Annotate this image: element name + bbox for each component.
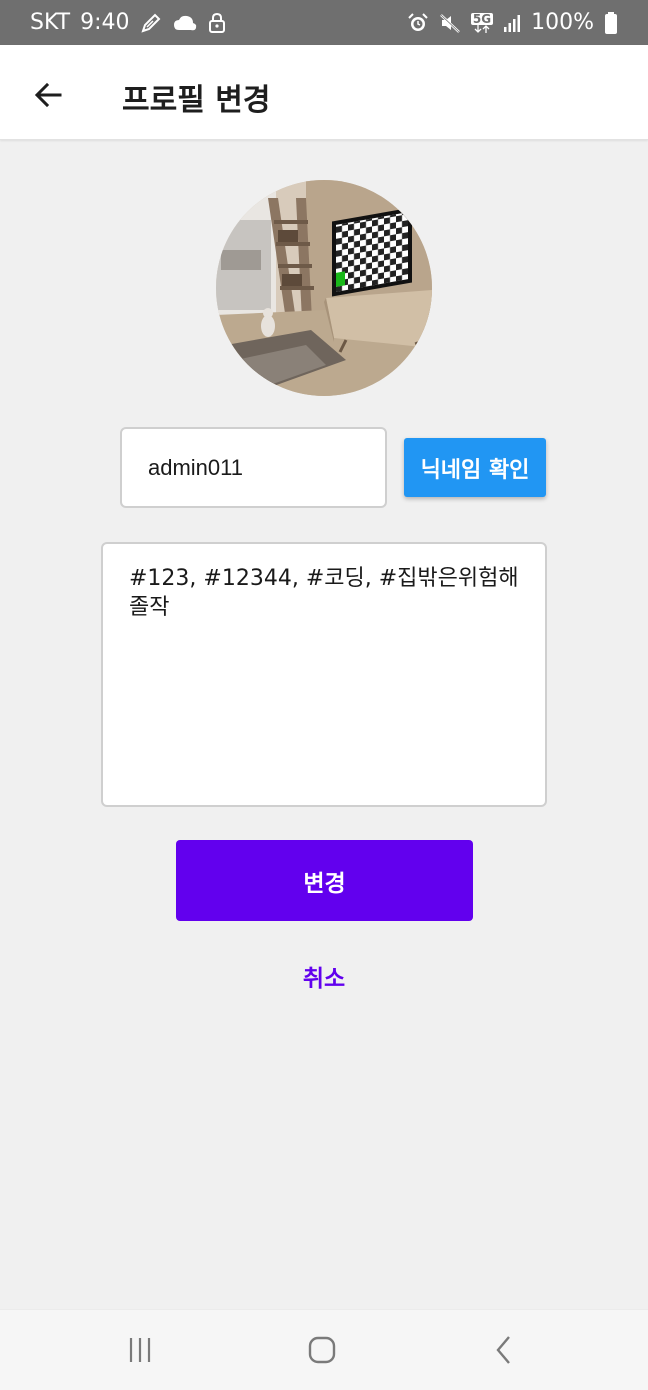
battery-percent: 100%	[531, 10, 594, 35]
back-button[interactable]	[26, 73, 70, 117]
nickname-input[interactable]	[120, 427, 387, 508]
clock: 9:40	[80, 10, 130, 35]
app-bar: 프로필 변경	[0, 45, 648, 140]
network-label: 5G	[470, 11, 494, 26]
recent-apps-icon	[129, 1338, 151, 1362]
status-right: 5G 100%	[407, 10, 618, 35]
carrier-label: SKT	[30, 10, 71, 35]
recent-apps-button[interactable]	[110, 1326, 170, 1374]
status-bar: SKT 9:40 5G 100%	[0, 0, 648, 45]
cancel-button[interactable]: 취소	[274, 950, 374, 1002]
profile-photo	[216, 180, 432, 396]
page-title: 프로필 변경	[122, 83, 271, 118]
pen-icon	[140, 12, 162, 34]
arrow-left-icon	[34, 82, 62, 108]
mute-icon	[439, 12, 461, 34]
lock-icon	[208, 12, 226, 34]
navigation-bar	[0, 1309, 648, 1390]
5g-icon: 5G	[470, 11, 494, 33]
alarm-icon	[407, 12, 429, 34]
status-left: SKT 9:40	[30, 10, 226, 35]
submit-button[interactable]: 변경	[176, 840, 473, 921]
bio-textarea[interactable]: #123, #12344, #코딩, #집밖은위험해 졸작	[101, 542, 547, 807]
cloud-chat-icon	[172, 12, 198, 34]
home-button[interactable]	[292, 1326, 352, 1374]
battery-icon	[604, 11, 618, 35]
nav-back-button[interactable]	[474, 1326, 534, 1374]
home-icon	[308, 1336, 336, 1364]
nickname-check-button[interactable]: 닉네임 확인	[404, 438, 546, 497]
signal-icon	[503, 13, 521, 33]
back-icon	[496, 1336, 510, 1364]
avatar[interactable]	[216, 180, 432, 396]
